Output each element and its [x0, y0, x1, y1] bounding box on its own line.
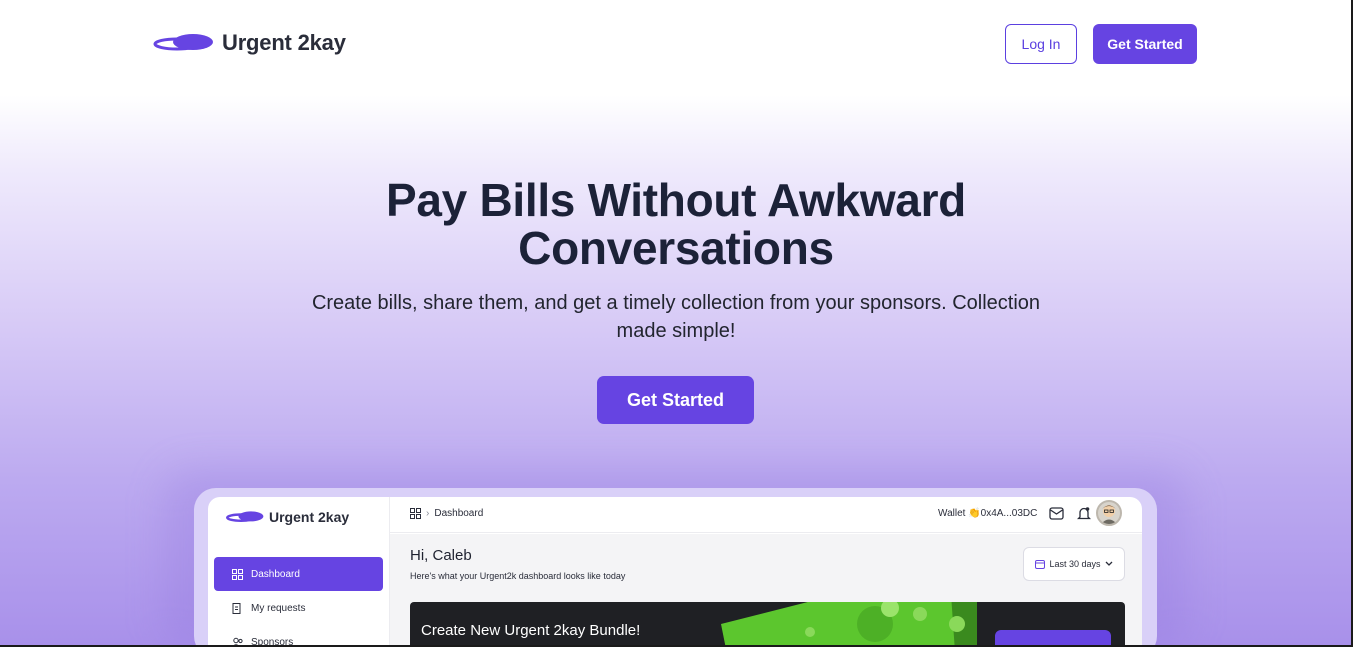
hero-get-started-button[interactable]: Get Started [597, 376, 754, 424]
preview-main: Hi, Caleb Here's what your Urgent2k dash… [390, 534, 1142, 647]
preview-sidebar-item-sponsors: Sponsors [214, 625, 383, 647]
preview-brand: Urgent 2kay [226, 509, 349, 525]
preview-brand-name: Urgent 2kay [269, 509, 350, 525]
brand-name: Urgent 2kay [222, 30, 346, 55]
preview-bundle-banner: Create New Urgent 2kay Bundle! [410, 602, 1125, 647]
preview-date-range: Last 30 days [1023, 547, 1125, 581]
preview-sidebar-item-my-requests: My requests [214, 591, 383, 625]
logo-icon [226, 511, 264, 522]
preview-sidebar-label: Dashboard [251, 568, 300, 580]
grid-icon [232, 568, 243, 580]
grid-icon [410, 508, 421, 519]
chevron-right-icon: › [426, 508, 430, 519]
chevron-down-icon [1105, 561, 1112, 566]
hero-title: Pay Bills Without Awkward Conversations [386, 174, 966, 274]
preview-topbar: › Dashboard Wallet 👏0x4A...03DC [390, 497, 1142, 533]
avatar [1096, 500, 1122, 526]
preview-greeting: Hi, Caleb [410, 547, 472, 564]
document-icon [232, 602, 241, 614]
preview-sidebar-label: My requests [251, 602, 306, 614]
dashboard-preview: Urgent 2kay Dashboard My requests Sponso… [208, 497, 1142, 647]
users-icon [232, 637, 243, 647]
calendar-icon [1035, 560, 1046, 569]
preview-sidebar-item-dashboard: Dashboard [214, 557, 383, 591]
login-button[interactable]: Log In [1005, 24, 1077, 64]
hero-subtitle: Create bills, share them, and get a time… [311, 292, 1041, 342]
preview-create-bundle-button [995, 630, 1111, 647]
preview-greeting-subtitle: Here's what your Urgent2k dashboard look… [410, 571, 626, 581]
get-started-nav-button[interactable]: Get Started [1093, 24, 1197, 64]
preview-breadcrumb-label: Dashboard [434, 508, 484, 519]
preview-date-range-label: Last 30 days [1049, 559, 1101, 569]
preview-banner-text: Create New Urgent 2kay Bundle! [421, 622, 641, 639]
preview-sidebar-label: Sponsors [251, 636, 294, 647]
bell-icon [1075, 504, 1093, 522]
top-navbar: Urgent 2kay Log In Get Started [0, 0, 1353, 90]
brand-logo[interactable]: Urgent 2kay [153, 30, 346, 56]
money-stack-icon [721, 602, 977, 647]
mail-icon [1047, 504, 1065, 522]
preview-wallet-label: Wallet 👏0x4A...03DC [938, 508, 1038, 519]
logo-icon [153, 34, 213, 51]
preview-breadcrumb: › Dashboard [410, 508, 483, 519]
